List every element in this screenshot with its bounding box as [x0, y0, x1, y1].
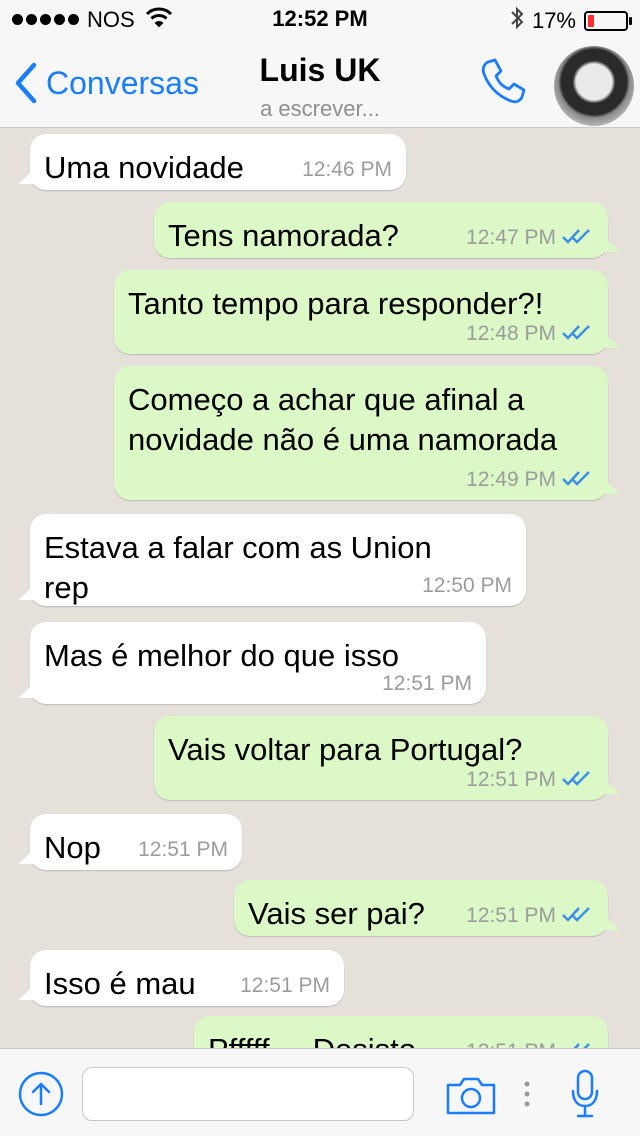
message-bubble-incoming[interactable]: Estava a falar com as Union rep 12:50 PM [18, 514, 526, 606]
message-bubble-outgoing[interactable]: Tens namorada? 12:47 PM [154, 202, 620, 258]
read-receipt-icon [562, 905, 594, 928]
message-meta: 12:51 PM [466, 768, 594, 792]
message-time: 12:46 PM [302, 158, 392, 181]
message-time: 12:51 PM [382, 672, 472, 695]
message-meta: 12:48 PM [466, 322, 594, 346]
read-receipt-icon [562, 1041, 594, 1048]
message-bubble-outgoing[interactable]: Vais ser pai? 12:51 PM [234, 880, 620, 936]
message-time: 12:51 PM [138, 838, 228, 861]
contact-avatar[interactable] [554, 46, 634, 126]
message-meta: 12:50 PM [422, 574, 512, 598]
battery-level [588, 14, 594, 27]
message-meta: 12:51 PM [466, 904, 594, 928]
voice-record-button[interactable] [570, 1069, 600, 1124]
message-text: Começo a achar que afinal a novidade não… [128, 382, 558, 457]
read-receipt-icon [562, 227, 594, 250]
compose-bar [0, 1048, 640, 1136]
battery-percentage: 17% [531, 7, 576, 33]
contact-name[interactable]: Luis UK [0, 52, 640, 89]
upload-arrow-icon [18, 1071, 64, 1117]
call-button[interactable] [478, 56, 528, 111]
message-time: 12:51 PM [466, 768, 556, 791]
attach-button[interactable] [18, 1071, 64, 1122]
message-meta: 12:49 PM [466, 468, 594, 492]
phone-icon [481, 58, 526, 104]
camera-button[interactable] [446, 1075, 496, 1120]
message-time: 12:51 PM [466, 1040, 556, 1048]
message-bubble-outgoing[interactable]: Vais voltar para Portugal? 12:51 PM [154, 716, 620, 800]
message-text: Estava a falar com as Union rep [44, 530, 432, 605]
message-text: Mas é melhor do que isso [44, 638, 399, 673]
typing-status: a escrever... [260, 96, 380, 121]
message-bubble-outgoing[interactable]: Pfffff.... Desisto 12:51 PM [194, 1016, 608, 1048]
status-right: 17% [510, 6, 632, 35]
message-time: 12:49 PM [466, 468, 556, 491]
message-bubble-incoming[interactable]: Isso é mau 12:51 PM [18, 950, 344, 1006]
message-meta: 12:47 PM [466, 226, 594, 250]
status-bar: NOS 12:52 PM 17% [0, 0, 640, 40]
camera-icon [446, 1077, 496, 1115]
message-meta: 12:51 PM [466, 1040, 594, 1048]
message-bubble-outgoing[interactable]: Tanto tempo para responder?! 12:48 PM [114, 270, 620, 354]
read-receipt-icon [562, 769, 594, 792]
battery-icon [584, 10, 632, 31]
message-meta: 12:46 PM [302, 158, 392, 182]
message-time: 12:51 PM [240, 974, 330, 997]
message-text: Vais voltar para Portugal? [168, 732, 523, 767]
bluetooth-icon [510, 6, 524, 35]
read-receipt-icon [562, 323, 594, 346]
separator-dots [524, 1081, 530, 1112]
message-meta: 12:51 PM [138, 838, 228, 862]
message-text: Tanto tempo para responder?! [128, 286, 544, 321]
message-bubble-incoming[interactable]: Nop 12:51 PM [18, 814, 242, 870]
message-bubble-incoming[interactable]: Uma novidade 12:46 PM [18, 134, 406, 190]
chat-header: Conversas Luis UK a escrever... [0, 40, 640, 128]
message-bubble-incoming[interactable]: Mas é melhor do que isso 12:51 PM [18, 622, 486, 704]
message-time: 12:47 PM [466, 226, 556, 249]
read-receipt-icon [562, 469, 594, 492]
microphone-icon [571, 1069, 599, 1118]
message-time: 12:51 PM [466, 904, 556, 927]
message-time: 12:50 PM [422, 574, 512, 597]
message-bubble-outgoing[interactable]: Começo a achar que afinal a novidade não… [114, 366, 620, 500]
message-meta: 12:51 PM [382, 672, 472, 696]
message-list[interactable]: Uma novidade 12:46 PM Tens namorada? 12:… [0, 128, 640, 1048]
message-input[interactable] [82, 1067, 414, 1121]
message-time: 12:48 PM [466, 322, 556, 345]
message-meta: 12:51 PM [240, 974, 330, 998]
